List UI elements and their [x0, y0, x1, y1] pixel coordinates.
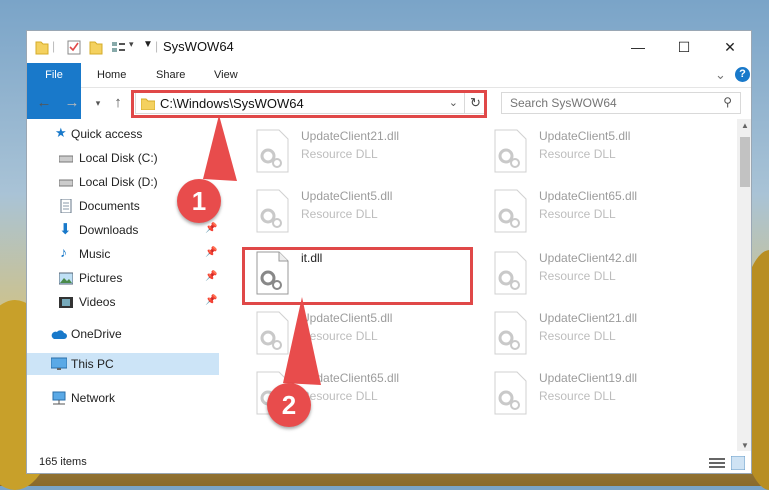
arrow-shape	[283, 297, 321, 385]
step-badge-1: 1	[177, 179, 221, 223]
arrow-shape	[203, 115, 237, 181]
annotation-arrows	[203, 115, 321, 385]
explorer-window: | ▾ ▼ | SysWOW64 — ☐ ✕ File Home Share V…	[26, 30, 752, 474]
step-badge-2: 2	[267, 383, 311, 427]
